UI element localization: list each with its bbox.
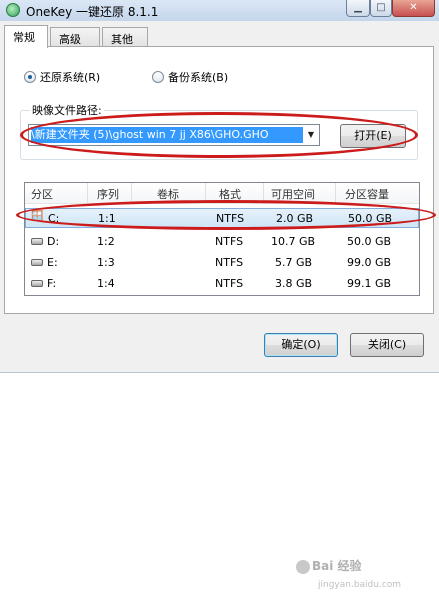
backup-radio-label: 备份系统(B) [168,71,229,84]
table-row[interactable]: D: 1:2 NTFS 10.7 GB 50.0 GB [25,232,419,252]
restore-radio-label: 还原系统(R) [40,71,101,84]
cell-drive: E: [47,256,58,269]
baidu-jingyan-watermark: Bai 经验 [296,557,362,574]
column-header-sequence[interactable]: 序列 [97,186,119,202]
column-header-capacity[interactable]: 分区容量 [345,186,389,202]
cell-capacity: 99.1 GB [347,277,392,290]
cell-free: 5.7 GB [275,256,313,269]
column-divider [335,183,336,203]
cell-sequence: 1:2 [97,235,115,248]
cell-format: NTFS [215,277,244,290]
tab-advanced[interactable]: 高级 [50,27,100,47]
image-path-label: 映像文件路径: [30,102,104,118]
drive-icon [31,238,43,245]
cell-free: 3.8 GB [275,277,313,290]
maximize-button[interactable]: □ [370,0,392,17]
cell-format: NTFS [215,235,244,248]
window-title: OneKey 一键还原 8.1.1 [26,5,159,19]
ok-button[interactable]: 确定(O) [264,333,338,357]
table-row[interactable]: F: 1:4 NTFS 3.8 GB 99.1 GB [25,274,419,294]
column-header-partition[interactable]: 分区 [31,186,53,202]
close-button[interactable]: 关闭(C) [350,333,424,357]
minimize-button[interactable]: ▁ [346,0,370,17]
cell-sequence: 1:4 [97,277,115,290]
cell-capacity: 50.0 GB [347,235,392,248]
radio-unselected-icon [152,71,164,83]
column-divider [131,183,132,203]
onekey-window: OneKey 一键还原 8.1.1 ▁ □ ✕ 常规 高级 其他 还原系统(R)… [0,0,439,373]
cell-sequence: 1:3 [97,256,115,269]
drive-icon [31,259,43,266]
watermark-brand: Bai 经验 [312,559,362,573]
cell-format: NTFS [215,256,244,269]
radio-selected-icon [24,71,36,83]
backup-radio[interactable]: 备份系统(B) [152,69,228,85]
tab-other[interactable]: 其他 [102,27,148,47]
cell-capacity: 99.0 GB [347,256,392,269]
restore-radio[interactable]: 还原系统(R) [24,69,100,85]
cell-drive: D: [47,235,60,248]
annotation-ellipse-row [16,200,436,230]
title-bar[interactable]: OneKey 一键还原 8.1.1 ▁ □ ✕ [0,0,439,21]
watermark-url: jingyan.baidu.com [318,580,402,590]
table-row[interactable]: E: 1:3 NTFS 5.7 GB 99.0 GB [25,253,419,273]
cell-drive: F: [47,277,57,290]
annotation-ellipse-path [20,112,418,158]
column-divider [87,183,88,203]
tab-general[interactable]: 常规 [4,25,48,48]
onekey-app-icon [6,3,20,17]
close-window-button[interactable]: ✕ [392,0,435,17]
baidu-paw-icon [296,559,310,574]
cell-free: 10.7 GB [271,235,316,248]
drive-icon [31,280,43,287]
